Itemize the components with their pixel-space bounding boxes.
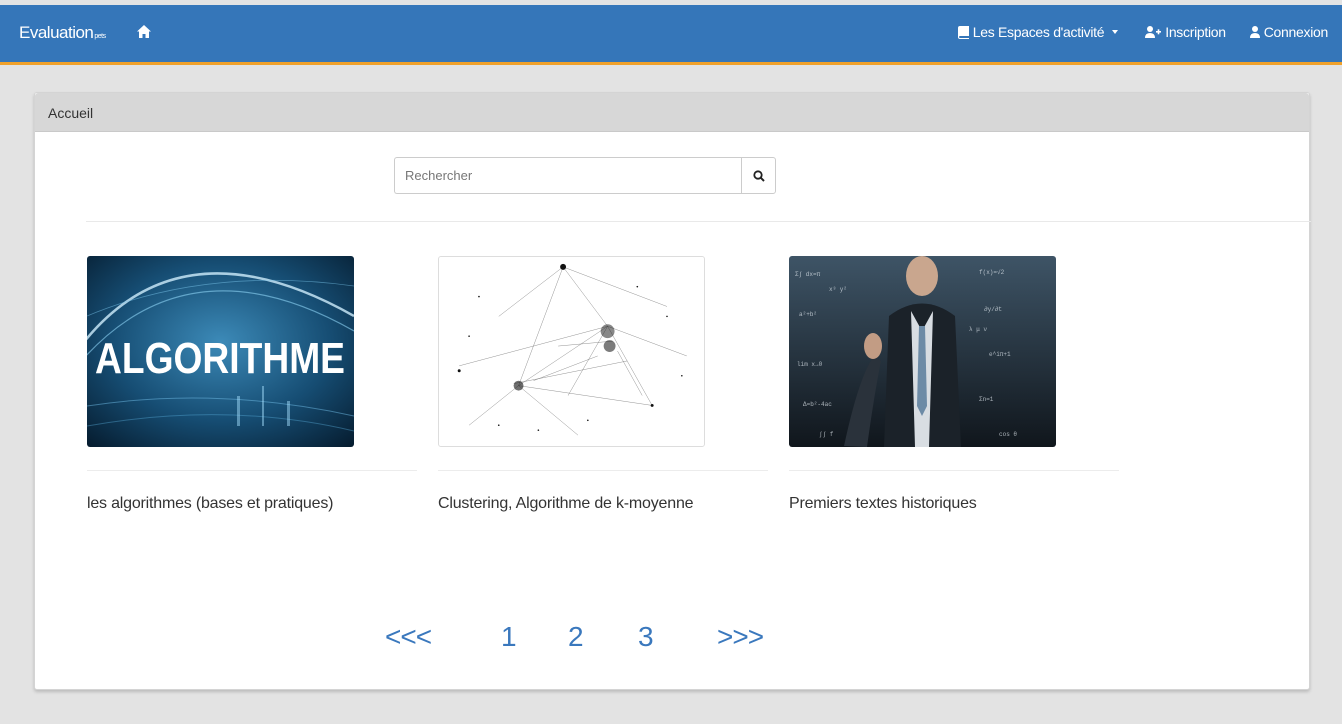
- inscription-link[interactable]: Inscription: [1145, 24, 1226, 40]
- pagination-prev[interactable]: <<<: [385, 621, 432, 653]
- course-title[interactable]: les algorithmes (bases et pratiques): [87, 495, 417, 513]
- svg-text:f(x)=√2: f(x)=√2: [979, 269, 1005, 276]
- svg-text:Σn=1: Σn=1: [979, 396, 994, 403]
- pagination-page-3[interactable]: 3: [638, 621, 654, 653]
- add-user-icon: [1145, 26, 1162, 38]
- search-input[interactable]: [394, 157, 741, 194]
- course-thumbnail-historiques[interactable]: Σ∫ dx=π f(x)=√2 a²+b²∂y/∂t lim x→0e^iπ+1 …: [789, 256, 1056, 447]
- connexion-label: Connexion: [1263, 24, 1329, 40]
- book-icon: [957, 25, 969, 39]
- svg-text:lim x→0: lim x→0: [797, 361, 823, 368]
- espaces-label: Les Espaces d'activité: [972, 24, 1105, 40]
- pagination-page-1[interactable]: 1: [501, 621, 517, 653]
- pagination-next[interactable]: >>>: [717, 621, 764, 653]
- card-separator: [87, 470, 417, 471]
- pagination-page-2[interactable]: 2: [568, 621, 584, 653]
- section-divider: [86, 221, 1311, 222]
- thumbnail-text: ALGORITHME: [95, 334, 345, 383]
- svg-text:cos θ: cos θ: [999, 431, 1017, 438]
- svg-text:e^iπ+1: e^iπ+1: [989, 351, 1011, 358]
- connexion-link[interactable]: Connexion: [1249, 24, 1329, 40]
- svg-text:x³ y²: x³ y²: [829, 286, 847, 293]
- course-title[interactable]: Premiers textes historiques: [789, 495, 1119, 513]
- top-navbar: Evaluationpets Les Espaces d'activité In…: [0, 5, 1342, 65]
- nav-right: Les Espaces d'activité Inscription Conne…: [957, 24, 1329, 40]
- course-card: Clustering, Algorithme de k-moyenne: [438, 256, 768, 513]
- course-title[interactable]: Clustering, Algorithme de k-moyenne: [438, 495, 768, 513]
- home-icon[interactable]: [137, 25, 151, 43]
- search-icon: [752, 169, 765, 182]
- user-icon: [1249, 26, 1260, 38]
- svg-text:λ μ ν: λ μ ν: [969, 326, 987, 333]
- main-panel: Accueil ALGORITHME: [34, 92, 1311, 690]
- search-bar: [394, 157, 776, 194]
- course-thumbnail-clustering[interactable]: [438, 256, 705, 447]
- svg-text:a²+b²: a²+b²: [799, 311, 817, 318]
- course-thumbnail-algorithme[interactable]: ALGORITHME: [87, 256, 354, 447]
- course-card: ALGORITHME les algorithmes (bases et pra…: [87, 256, 417, 513]
- svg-text:Δ=b²-4ac: Δ=b²-4ac: [803, 401, 832, 408]
- course-card: Σ∫ dx=π f(x)=√2 a²+b² ∂y/∂t lim x→0 e^iπ+1 …: [789, 256, 1119, 513]
- espaces-dropdown[interactable]: Les Espaces d'activité: [957, 24, 1119, 40]
- svg-text:∫∫ f: ∫∫ f: [819, 431, 834, 438]
- pagination: <<< 1 2 3 >>>: [35, 621, 1309, 661]
- brand-text: Evaluation: [19, 23, 94, 42]
- svg-text:∂y/∂t: ∂y/∂t: [984, 306, 1002, 313]
- search-button[interactable]: [741, 157, 776, 194]
- panel-heading: Accueil: [35, 93, 1309, 132]
- svg-text:Σ∫ dx=π: Σ∫ dx=π: [795, 271, 821, 278]
- card-separator: [438, 470, 768, 471]
- inscription-label: Inscription: [1165, 24, 1226, 40]
- card-separator: [789, 470, 1119, 471]
- chevron-down-icon: [1112, 30, 1119, 34]
- brand-logo[interactable]: Evaluationpets: [19, 23, 106, 43]
- brand-suffix: pets: [94, 33, 106, 40]
